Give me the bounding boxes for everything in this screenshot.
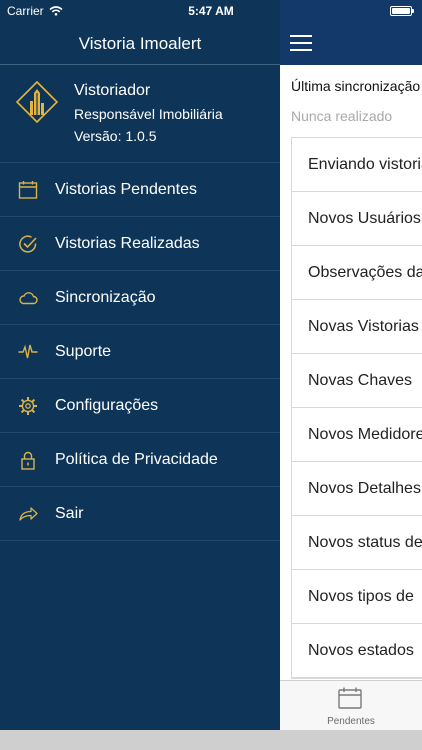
menu-item-label: Vistorias Pendentes	[55, 181, 198, 198]
menu-item-label: Suporte	[55, 343, 112, 360]
menu-item-label: Vistorias Realizadas	[55, 235, 200, 252]
sync-list: Enviando vistorias Novos Usuários Observ…	[291, 137, 422, 679]
last-sync-value: Nunca realizado	[291, 108, 393, 124]
drawer-title: Vistoria Imoalert	[78, 34, 202, 53]
check-circle-icon	[19, 235, 37, 253]
gear-icon	[19, 397, 37, 415]
side-drawer: Vistoria Imoalert Vistoriador Responsáve…	[0, 0, 280, 730]
drawer-menu: Vistorias Pendentes Vistorias Realizadas…	[0, 163, 280, 541]
sync-list-item: Enviando vistorias	[292, 138, 422, 192]
menu-item-sincronizacao[interactable]: Sincronização	[0, 271, 280, 325]
hamburger-menu-icon[interactable]	[290, 35, 312, 51]
sync-screen: Última sincronização Nunca realizado Env…	[280, 0, 422, 730]
menu-item-sair[interactable]: Sair	[0, 487, 280, 541]
profile-section: Vistoriador Responsável Imobiliária Vers…	[0, 65, 280, 163]
calendar-icon	[338, 687, 362, 709]
imoalert-logo	[16, 81, 58, 123]
cloud-icon	[19, 292, 38, 305]
home-indicator-area	[0, 730, 422, 750]
profile-name: Vistoriador	[74, 82, 151, 99]
share-arrow-icon	[19, 507, 38, 521]
profile-role: Responsável Imobiliária	[74, 106, 223, 122]
menu-item-label: Configurações	[55, 397, 159, 414]
menu-item-label: Sair	[55, 505, 84, 522]
sync-list-item: Novos status de	[292, 516, 422, 570]
menu-item-vistorias-pendentes[interactable]: Vistorias Pendentes	[0, 163, 280, 217]
menu-item-politica-de-privacidade[interactable]: Política de Privacidade	[0, 433, 280, 487]
status-bar: Carrier 5:47 AM	[0, 0, 422, 22]
sync-list-item: Novos estados	[292, 624, 422, 678]
tab-label: Pendentes	[327, 716, 375, 727]
app-version: Versão: 1.0.5	[74, 128, 157, 144]
sync-list-item: Novos Medidores	[292, 408, 422, 462]
sync-list-item: Novos Usuários	[292, 192, 422, 246]
calendar-icon	[18, 181, 38, 199]
status-time: 5:47 AM	[188, 4, 234, 18]
sync-list-item: Novos Detalhes	[292, 462, 422, 516]
menu-item-suporte[interactable]: Suporte	[0, 325, 280, 379]
pulse-icon	[18, 344, 38, 359]
battery-icon	[390, 6, 414, 16]
tab-bar: Pendentes	[280, 680, 422, 730]
sync-list-item: Novas Chaves	[292, 354, 422, 408]
menu-item-configuracoes[interactable]: Configurações	[0, 379, 280, 433]
lock-icon	[21, 451, 35, 470]
sync-list-item: Novos tipos de	[292, 570, 422, 624]
last-sync-label: Última sincronização	[291, 78, 421, 94]
menu-item-label: Sincronização	[55, 289, 156, 306]
sync-list-item: Observações da	[292, 246, 422, 300]
menu-item-vistorias-realizadas[interactable]: Vistorias Realizadas	[0, 217, 280, 271]
sync-list-item: Novas Vistorias	[292, 300, 422, 354]
menu-item-label: Política de Privacidade	[55, 451, 218, 468]
